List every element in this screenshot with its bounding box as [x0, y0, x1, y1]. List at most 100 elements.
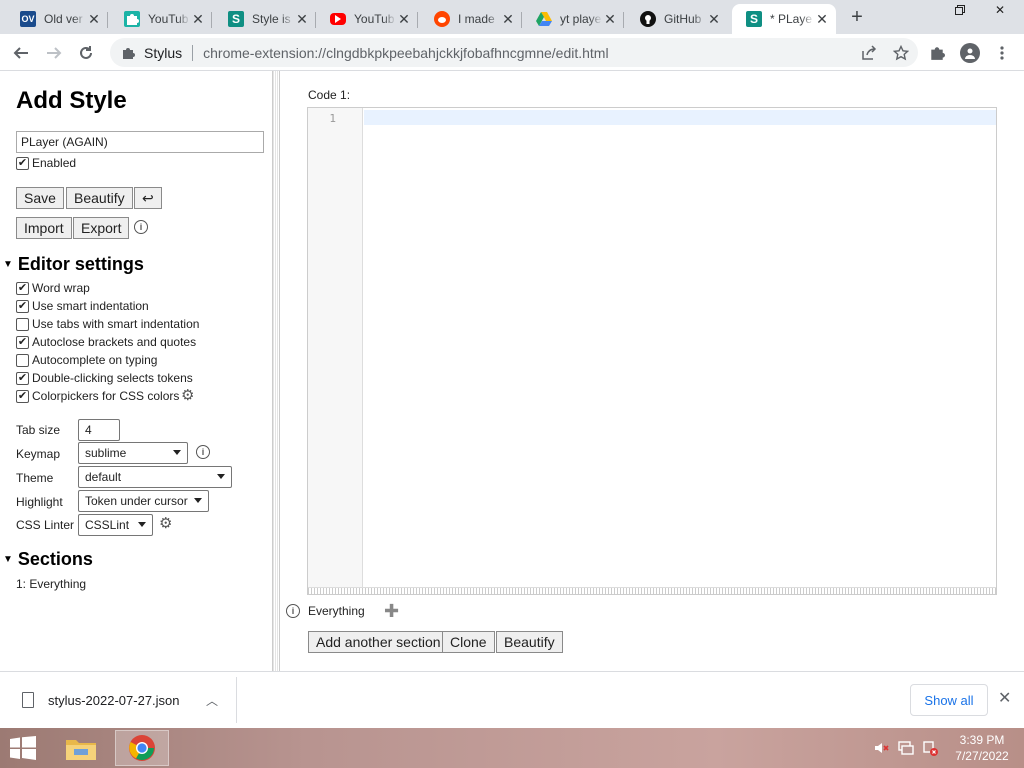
reddit-favicon-icon — [434, 11, 450, 27]
tab-youtube-1[interactable]: YouTub ✕ — [110, 4, 212, 34]
address-bar[interactable]: Stylus chrome-extension://clngdbkpkpeeba… — [110, 38, 918, 67]
option-label: Word wrap — [32, 281, 90, 295]
style-name-input[interactable] — [16, 131, 264, 153]
checkbox-checked-icon[interactable]: ✔ — [16, 335, 29, 349]
undo-button[interactable]: ↩ — [134, 187, 162, 209]
share-icon[interactable] — [860, 44, 878, 62]
tab-github[interactable]: GitHub ✕ — [626, 4, 728, 34]
profile-avatar-icon[interactable] — [960, 43, 980, 63]
bookmark-star-icon[interactable] — [892, 44, 910, 62]
checkbox-checked-icon[interactable]: ✔ — [16, 156, 29, 170]
close-icon[interactable]: ✕ — [190, 11, 206, 27]
close-icon[interactable]: ✕ — [500, 11, 516, 27]
close-icon[interactable]: ✕ — [86, 11, 102, 27]
gear-icon[interactable]: ⚙ — [181, 388, 195, 403]
volume-muted-icon[interactable] — [874, 740, 890, 756]
back-icon[interactable] — [8, 40, 34, 66]
windows-start-icon[interactable] — [10, 736, 36, 760]
option-autocomplete[interactable]: Autocomplete on typing — [16, 352, 157, 368]
close-icon[interactable]: ✕ — [294, 11, 310, 27]
network-disconnected-icon[interactable] — [922, 740, 938, 756]
checkbox-checked-icon[interactable]: ✔ — [16, 389, 29, 403]
clone-button[interactable]: Clone — [442, 631, 495, 653]
checkbox-checked-icon[interactable]: ✔ — [16, 281, 29, 295]
info-icon[interactable]: i — [286, 604, 300, 618]
browser-toolbar: Stylus chrome-extension://clngdbkpkpeeba… — [0, 34, 1024, 71]
theme-select[interactable]: default — [78, 466, 232, 488]
download-item[interactable]: stylus-2022-07-27.json ︿ — [0, 677, 237, 723]
applies-to-value[interactable]: Everything — [308, 604, 365, 618]
window-restore-icon[interactable] — [945, 0, 975, 20]
editor-settings-heading[interactable]: ▼ Editor settings — [3, 254, 144, 275]
import-button[interactable]: Import — [16, 217, 72, 239]
file-explorer-icon[interactable] — [54, 730, 108, 766]
css-linter-value: CSSLint — [85, 518, 130, 532]
reload-icon[interactable] — [73, 40, 99, 66]
stylus-favicon-icon: S — [746, 11, 762, 27]
tab-player-active[interactable]: S * PLaye ✕ — [732, 4, 836, 34]
info-icon[interactable]: i — [134, 220, 148, 234]
section-list-item[interactable]: 1: Everything — [16, 577, 86, 591]
active-line-highlight — [364, 110, 996, 125]
option-label: Autocomplete on typing — [32, 353, 158, 367]
gear-icon[interactable]: ⚙ — [159, 516, 173, 531]
close-icon[interactable]: ✕ — [602, 11, 618, 27]
tab-size-input[interactable]: 4 — [78, 419, 120, 441]
option-label: Autoclose brackets and quotes — [32, 335, 197, 349]
checkbox-checked-icon[interactable]: ✔ — [16, 371, 29, 385]
option-autoclose-brackets[interactable]: ✔ Autoclose brackets and quotes — [16, 334, 196, 350]
option-smart-indentation[interactable]: ✔ Use smart indentation — [16, 298, 149, 314]
option-double-click-tokens[interactable]: ✔ Double-clicking selects tokens — [16, 370, 193, 386]
code-editor[interactable]: 1 — [307, 107, 997, 595]
checkbox-checked-icon[interactable]: ✔ — [16, 299, 29, 313]
keymap-select[interactable]: sublime — [78, 442, 188, 464]
enabled-checkbox[interactable]: ✔ Enabled — [16, 155, 76, 171]
export-button[interactable]: Export — [73, 217, 130, 239]
css-linter-select[interactable]: CSSLint — [78, 514, 153, 536]
option-label: Use smart indentation — [32, 299, 149, 313]
checkbox-unchecked-icon[interactable] — [16, 317, 29, 331]
beautify-button[interactable]: Beautify — [66, 187, 133, 209]
chrome-taskbar-icon[interactable] — [115, 730, 169, 766]
tab-size-label: Tab size — [16, 423, 61, 437]
tab-style-is[interactable]: S Style is ✕ — [214, 4, 316, 34]
add-applies-to-plus-icon[interactable]: ✚ — [384, 602, 399, 620]
window-close-icon[interactable]: ✕ — [985, 0, 1015, 20]
save-button[interactable]: Save — [16, 187, 64, 209]
omnibox-divider — [192, 44, 194, 61]
option-tabs-smart-indentation[interactable]: Use tabs with smart indentation — [16, 316, 199, 332]
show-all-button[interactable]: Show all — [910, 684, 988, 716]
applies-to-row: i Everything — [286, 604, 365, 618]
new-tab-button[interactable]: + — [846, 6, 868, 28]
keymap-value: sublime — [85, 446, 127, 460]
forward-icon[interactable] — [41, 40, 67, 66]
chevron-up-icon[interactable]: ︿ — [206, 692, 218, 709]
checkbox-unchecked-icon[interactable] — [16, 353, 29, 367]
close-icon[interactable]: ✕ — [998, 688, 1011, 708]
close-icon[interactable]: ✕ — [814, 11, 830, 27]
highlight-select[interactable]: Token under cursor — [78, 490, 209, 512]
tab-youtube-2[interactable]: YouTub ✕ — [316, 4, 418, 34]
theme-label: Theme — [16, 471, 54, 485]
tab-title: Style is — [252, 12, 291, 26]
tab-old-ver[interactable]: OV Old ver ✕ — [6, 4, 108, 34]
tab-yt-player[interactable]: yt playe ✕ — [522, 4, 624, 34]
extensions-icon[interactable] — [928, 44, 946, 62]
option-word-wrap[interactable]: ✔ Word wrap — [16, 280, 90, 296]
system-clock[interactable]: 3:39 PM 7/27/2022 — [948, 732, 1016, 764]
option-colorpickers[interactable]: ✔ Colorpickers for CSS colors — [16, 388, 179, 404]
add-another-section-button[interactable]: Add another section — [308, 631, 449, 653]
action-center-icon[interactable] — [898, 740, 914, 756]
panel-resize-divider[interactable] — [272, 71, 280, 671]
site-name: Stylus — [144, 44, 183, 61]
menu-kebab-icon[interactable] — [993, 44, 1011, 62]
beautify-section-button[interactable]: Beautify — [496, 631, 563, 653]
dropdown-caret-icon — [194, 498, 202, 503]
close-icon[interactable]: ✕ — [706, 11, 722, 27]
tab-i-made[interactable]: I made ✕ — [420, 4, 522, 34]
close-icon[interactable]: ✕ — [396, 11, 412, 27]
editor-resize-grip[interactable] — [308, 587, 996, 594]
tab-title: YouTub — [354, 12, 395, 26]
info-icon[interactable]: i — [196, 445, 210, 459]
sections-heading[interactable]: ▼ Sections — [3, 549, 93, 570]
